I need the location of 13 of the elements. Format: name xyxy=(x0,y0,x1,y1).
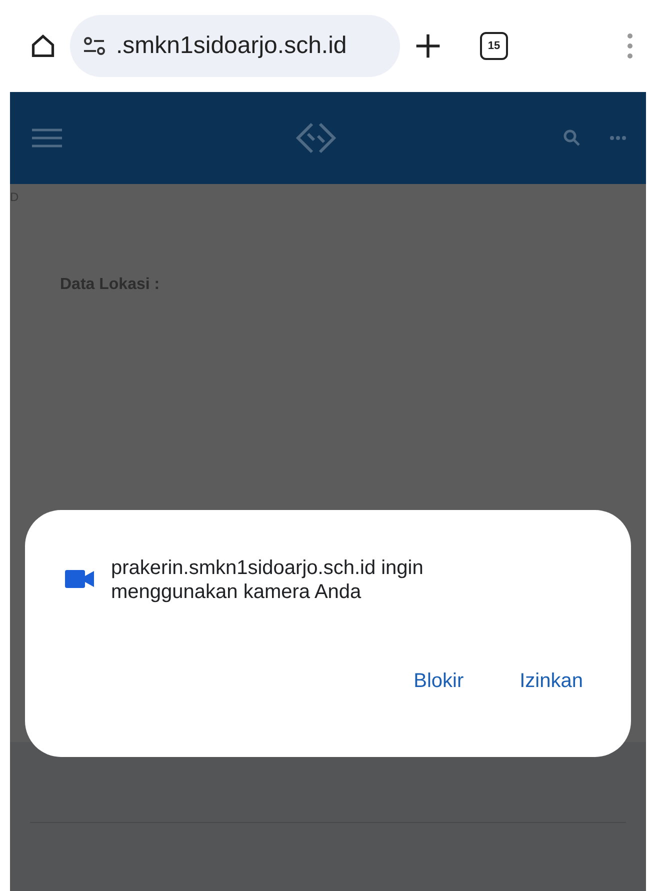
block-button[interactable]: Blokir xyxy=(406,664,472,699)
more-icon[interactable] xyxy=(610,135,626,141)
more-menu-icon[interactable] xyxy=(626,32,634,60)
url-field[interactable]: .smkn1sidoarjo.sch.id xyxy=(70,15,400,77)
tab-count-button[interactable]: 15 xyxy=(480,32,508,60)
menu-icon[interactable] xyxy=(30,127,64,149)
permission-message: prakerin.smkn1sidoarjo.sch.id ingin menggunakan kamera Anda xyxy=(111,556,424,604)
search-icon[interactable] xyxy=(562,128,582,148)
allow-button[interactable]: Izinkan xyxy=(512,664,591,699)
home-icon[interactable] xyxy=(30,33,56,59)
site-settings-icon xyxy=(82,35,106,57)
video-camera-icon xyxy=(65,568,95,590)
new-tab-icon[interactable] xyxy=(414,32,442,60)
